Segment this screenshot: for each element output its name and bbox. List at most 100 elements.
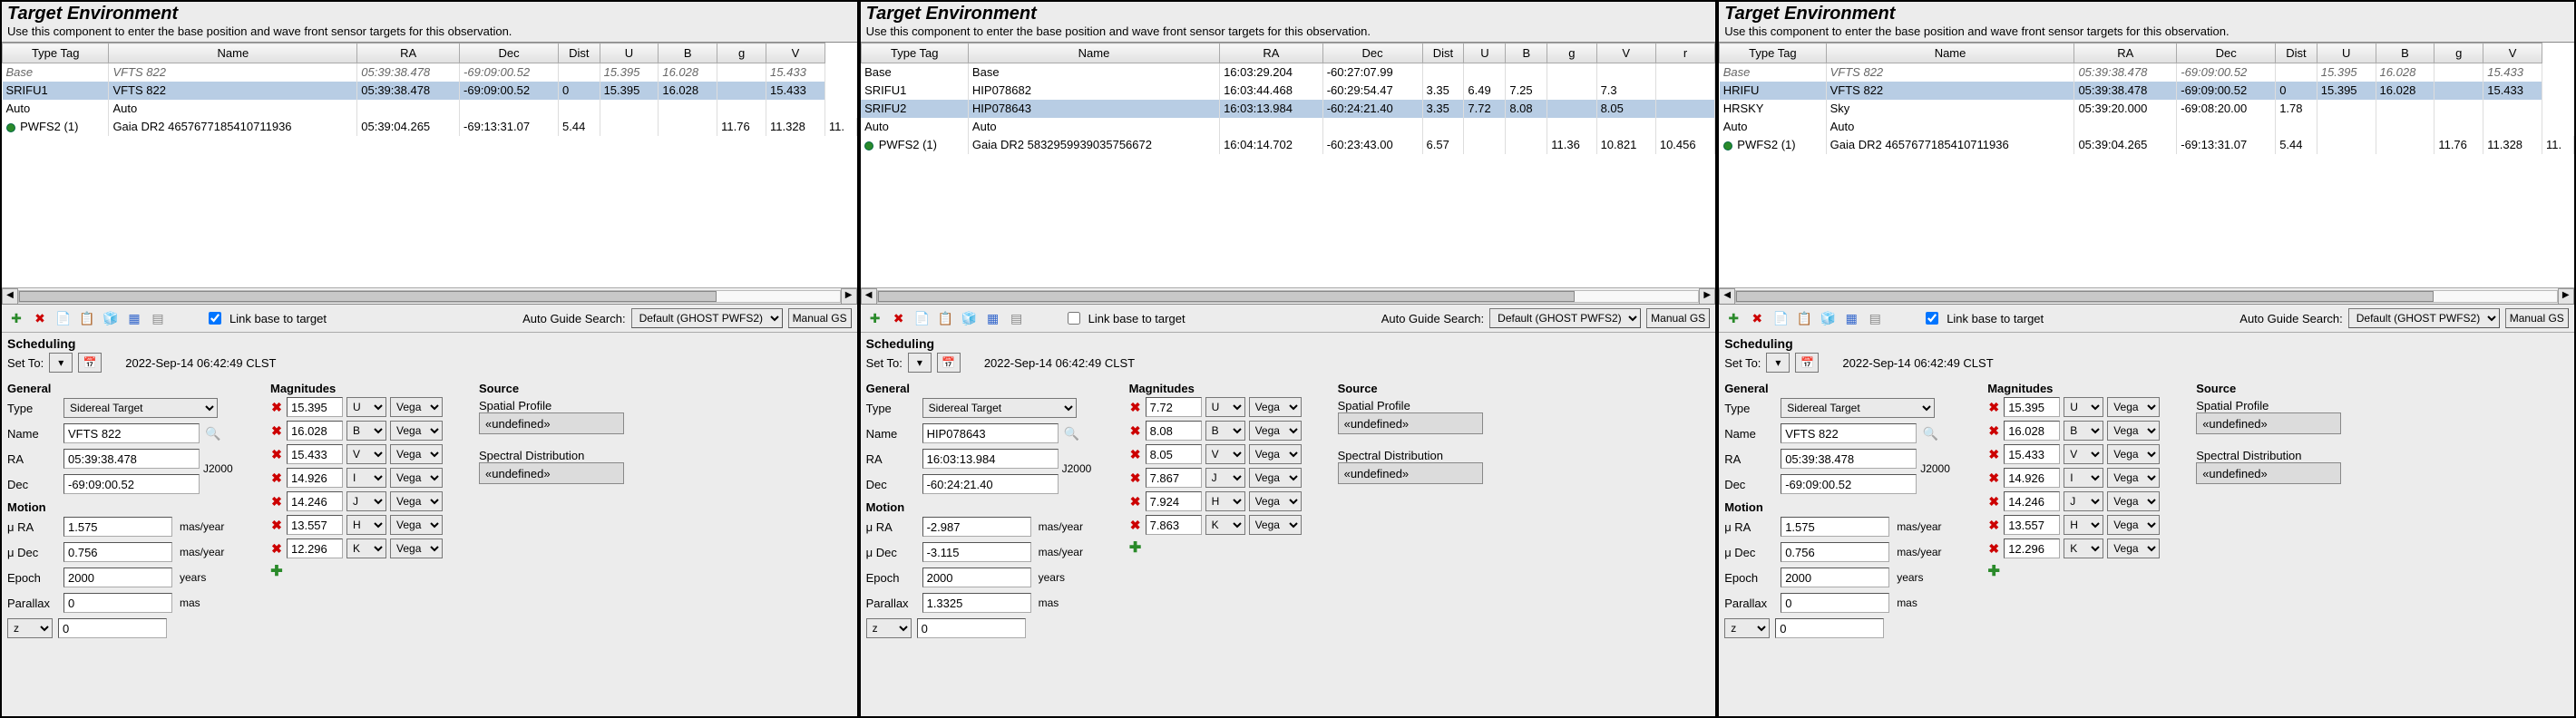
column-header[interactable]: Dec — [460, 44, 559, 63]
grid-button[interactable]: ▤ — [1008, 309, 1026, 327]
spatial-profile-value[interactable]: «undefined» — [1338, 412, 1483, 434]
column-header[interactable]: RA — [1220, 44, 1323, 63]
search-icon[interactable]: 🔍 — [205, 425, 221, 441]
copy-button[interactable]: 📄 — [1771, 309, 1790, 327]
manual-gs-button[interactable]: Manual GS — [2505, 308, 2569, 328]
mu_dec-input[interactable] — [63, 542, 172, 562]
magnitude-system-select[interactable]: Vega — [1249, 397, 1302, 417]
magnitude-value-input[interactable] — [2004, 538, 2060, 558]
magnitude-system-select[interactable]: Vega — [2107, 491, 2160, 511]
delete-magnitude-icon[interactable]: ✖ — [1987, 518, 2000, 533]
magnitude-band-select[interactable]: I — [2064, 468, 2103, 488]
z-input[interactable] — [58, 618, 167, 638]
spatial-profile-value[interactable]: «undefined» — [2196, 412, 2341, 434]
magnitude-band-select[interactable]: B — [1205, 421, 1245, 441]
auto-guide-select[interactable]: Default (GHOST PWFS2) — [1489, 308, 1641, 328]
column-header[interactable]: RA — [357, 44, 460, 63]
plx-input[interactable] — [922, 593, 1031, 613]
name-input[interactable] — [1781, 423, 1917, 443]
magnitude-system-select[interactable]: Vega — [2107, 468, 2160, 488]
scroll-right-icon[interactable]: ▶ — [841, 288, 857, 305]
delete-magnitude-icon[interactable]: ✖ — [270, 423, 283, 439]
magnitude-value-input[interactable] — [2004, 444, 2060, 464]
duplicate-button[interactable]: 🧊 — [961, 309, 979, 327]
delete-magnitude-icon[interactable]: ✖ — [1987, 471, 2000, 486]
table-row[interactable]: SRIFU2HIP07864316:03:13.984-60:24:21.403… — [861, 100, 1715, 118]
magnitude-value-input[interactable] — [2004, 515, 2060, 535]
magnitude-system-select[interactable]: Vega — [1249, 421, 1302, 441]
magnitude-system-select[interactable]: Vega — [390, 421, 443, 441]
magnitude-value-input[interactable] — [287, 491, 343, 511]
delete-magnitude-icon[interactable]: ✖ — [270, 494, 283, 509]
link-base-checkbox[interactable] — [1926, 312, 1938, 325]
column-header[interactable]: g — [717, 44, 766, 63]
column-header[interactable]: Name — [109, 44, 357, 63]
mu_ra-input[interactable] — [1781, 517, 1889, 537]
table-row[interactable]: AutoAuto — [1720, 118, 2574, 136]
delete-magnitude-icon[interactable]: ✖ — [270, 518, 283, 533]
column-header[interactable]: Dist — [1422, 44, 1464, 63]
delete-magnitude-icon[interactable]: ✖ — [270, 541, 283, 557]
scroll-left-icon[interactable]: ◀ — [1719, 288, 1735, 305]
name-input[interactable] — [63, 423, 200, 443]
magnitude-system-select[interactable]: Vega — [2107, 444, 2160, 464]
magnitude-band-select[interactable]: U — [2064, 397, 2103, 417]
grid-button[interactable]: ▤ — [1866, 309, 1884, 327]
delete-magnitude-icon[interactable]: ✖ — [1987, 541, 2000, 557]
type-select[interactable]: Sidereal Target — [922, 398, 1077, 418]
calendar-icon[interactable]: 📅 — [1795, 353, 1819, 373]
horizontal-scrollbar[interactable]: ◀▶ — [2, 287, 857, 304]
magnitude-value-input[interactable] — [2004, 397, 2060, 417]
column-header[interactable]: U — [600, 44, 659, 63]
delete-magnitude-icon[interactable]: ✖ — [1987, 494, 2000, 509]
paste-button[interactable]: 📋 — [937, 309, 955, 327]
magnitude-value-input[interactable] — [1146, 491, 1202, 511]
table-row[interactable]: SRIFU1HIP07868216:03:44.468-60:29:54.473… — [861, 82, 1715, 100]
magnitude-band-select[interactable]: J — [1205, 468, 1245, 488]
magnitude-band-select[interactable]: I — [346, 468, 386, 488]
add-target-button[interactable]: ✚ — [7, 309, 25, 327]
scroll-thumb[interactable] — [878, 291, 1576, 302]
plx-input[interactable] — [63, 593, 172, 613]
magnitude-system-select[interactable]: Vega — [390, 491, 443, 511]
magnitude-value-input[interactable] — [2004, 421, 2060, 441]
column-header[interactable]: RA — [2074, 44, 2177, 63]
add-target-button[interactable]: ✚ — [866, 309, 884, 327]
magnitude-value-input[interactable] — [287, 421, 343, 441]
delete-magnitude-icon[interactable]: ✖ — [1129, 400, 1142, 415]
primary-button[interactable]: ▦ — [984, 309, 1002, 327]
table-row[interactable]: BaseVFTS 82205:39:38.478-69:09:00.5215.3… — [3, 63, 857, 82]
add-magnitude-icon[interactable]: ✚ — [1987, 562, 2000, 580]
mu_dec-input[interactable] — [1781, 542, 1889, 562]
magnitude-value-input[interactable] — [287, 397, 343, 417]
link-base-checkbox[interactable] — [1068, 312, 1080, 325]
magnitude-band-select[interactable]: J — [2064, 491, 2103, 511]
table-row[interactable]: PWFS2 (1)Gaia DR2 465767718541071193605:… — [3, 118, 857, 136]
column-header[interactable]: Dist — [559, 44, 600, 63]
mu_ra-input[interactable] — [922, 517, 1031, 537]
calendar-icon[interactable]: 📅 — [937, 353, 961, 373]
scroll-track[interactable] — [18, 290, 841, 303]
magnitude-system-select[interactable]: Vega — [2107, 421, 2160, 441]
column-header[interactable]: U — [2317, 44, 2376, 63]
ra-input[interactable] — [922, 449, 1059, 469]
magnitude-system-select[interactable]: Vega — [390, 538, 443, 558]
column-header[interactable]: B — [1506, 44, 1547, 63]
add-magnitude-icon[interactable]: ✚ — [1129, 538, 1142, 557]
horizontal-scrollbar[interactable]: ◀▶ — [861, 287, 1716, 304]
target-table[interactable]: Type TagNameRADecDistUBgVrBaseBase16:03:… — [861, 42, 1716, 305]
table-row[interactable]: SRIFU1VFTS 82205:39:38.478-69:09:00.5201… — [3, 82, 857, 100]
delete-magnitude-icon[interactable]: ✖ — [1987, 400, 2000, 415]
delete-magnitude-icon[interactable]: ✖ — [270, 447, 283, 462]
remove-target-button[interactable]: ✖ — [890, 309, 908, 327]
column-header[interactable]: U — [1464, 44, 1506, 63]
magnitude-system-select[interactable]: Vega — [2107, 397, 2160, 417]
table-row[interactable]: BaseVFTS 82205:39:38.478-69:09:00.5215.3… — [1720, 63, 2574, 82]
scroll-track[interactable] — [1735, 290, 2558, 303]
magnitude-system-select[interactable]: Vega — [390, 444, 443, 464]
column-header[interactable]: r — [1655, 44, 1714, 63]
magnitude-band-select[interactable]: U — [1205, 397, 1245, 417]
dec-input[interactable] — [63, 474, 200, 494]
table-row[interactable]: HRSKYSky05:39:20.000-69:08:20.001.78 — [1720, 100, 2574, 118]
search-icon[interactable]: 🔍 — [1922, 425, 1938, 441]
